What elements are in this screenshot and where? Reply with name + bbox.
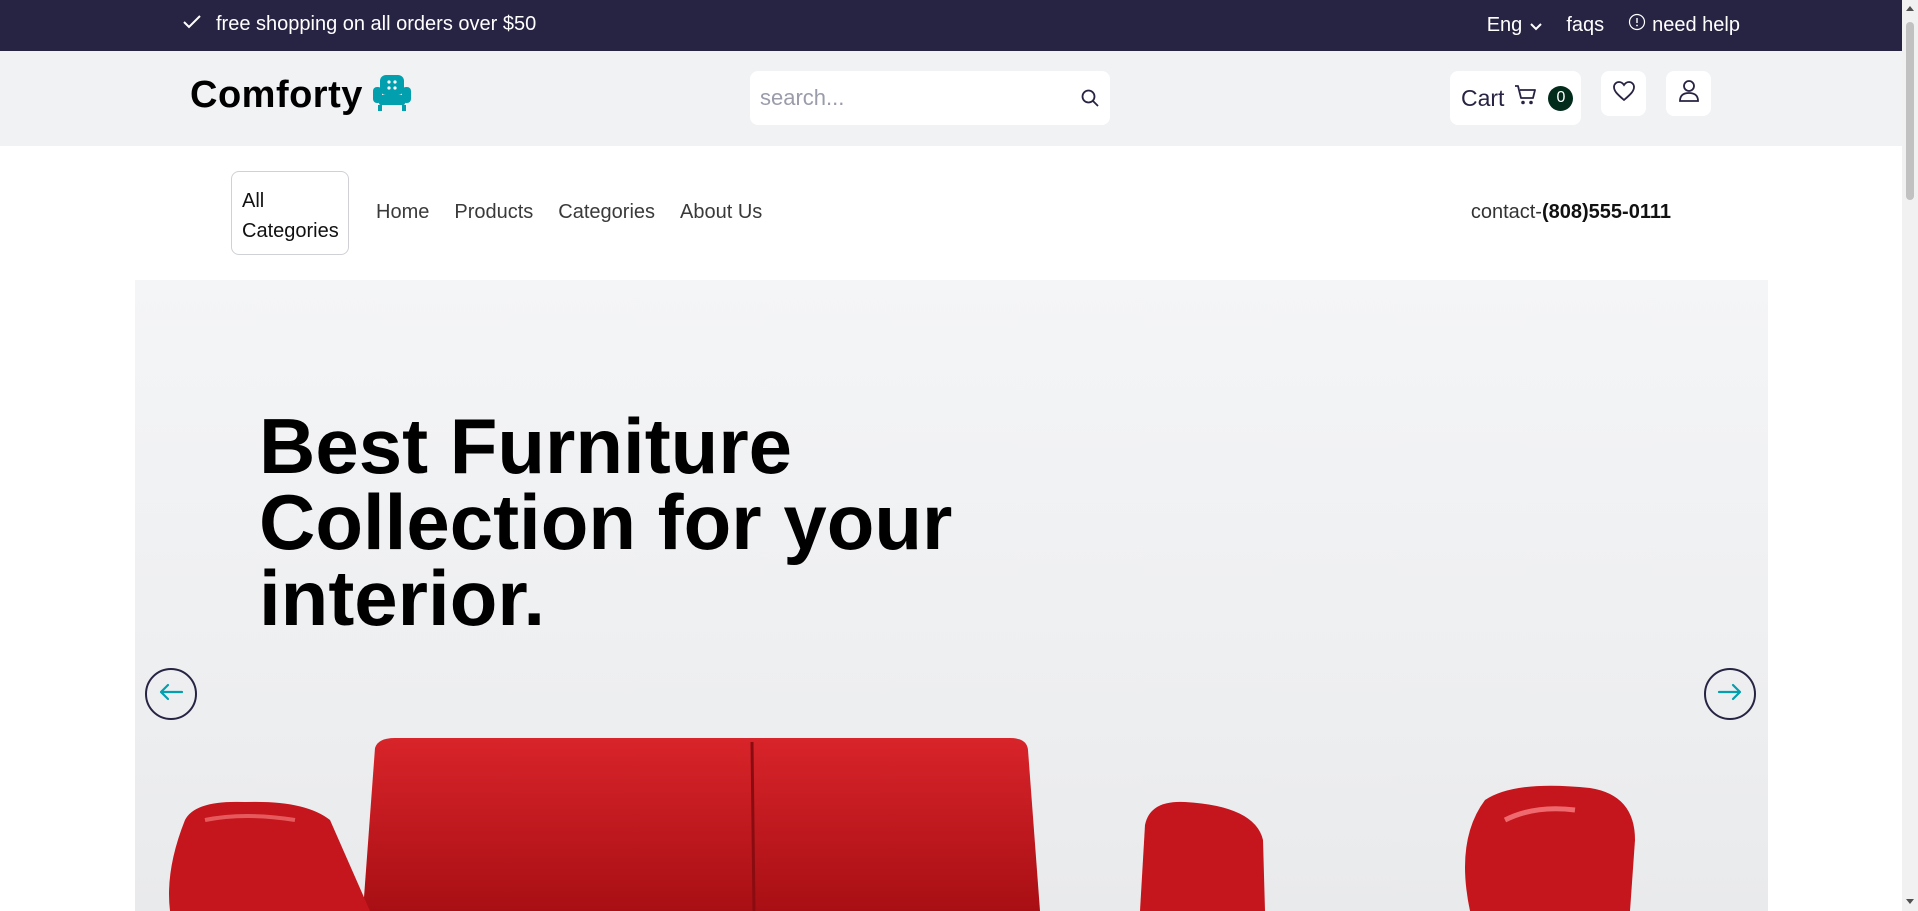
arrow-right-icon (1717, 683, 1743, 706)
logo-text: Comforty (190, 74, 363, 116)
scroll-up-icon[interactable] (1905, 4, 1915, 12)
cart-count-badge: 0 (1548, 85, 1574, 111)
all-categories-line1: All (242, 190, 265, 212)
cart-icon (1514, 84, 1538, 112)
nav-categories[interactable]: Categories (558, 201, 655, 224)
need-help-link[interactable]: need help (1628, 13, 1740, 37)
top-announcement-bar: free shopping on all orders over $50 Eng… (0, 0, 1902, 51)
contact-phone[interactable]: (808)555-0111 (1542, 201, 1671, 223)
cart-button[interactable]: Cart 0 (1450, 71, 1581, 125)
hero-banner: Best Furniture Collection for your inter… (135, 280, 1768, 911)
search-icon[interactable] (1080, 88, 1100, 113)
check-icon (182, 13, 202, 36)
nav-about-us[interactable]: About Us (680, 201, 762, 224)
faqs-link[interactable]: faqs (1566, 14, 1604, 37)
search-box (750, 71, 1110, 125)
language-label: Eng (1486, 13, 1523, 36)
account-button[interactable] (1666, 71, 1711, 116)
all-categories-line2: Categories (242, 220, 339, 242)
armchair-icon (371, 73, 413, 118)
contact-label: contact- (1470, 201, 1542, 223)
user-icon (1678, 79, 1700, 108)
chevron-down-icon (1530, 14, 1543, 37)
hero-headline: Best Furniture Collection for your inter… (259, 407, 959, 637)
scrollbar-thumb[interactable] (1906, 22, 1914, 200)
carousel-next-button[interactable] (1704, 668, 1756, 720)
main-nav: Home Products Categories About Us (376, 201, 762, 224)
arrow-left-icon (158, 683, 184, 706)
wishlist-button[interactable] (1601, 71, 1646, 116)
language-select[interactable]: Eng (1487, 14, 1543, 37)
nav-products[interactable]: Products (454, 201, 533, 224)
all-categories-button[interactable]: All Categories (231, 171, 349, 255)
heart-icon (1612, 80, 1636, 107)
contact-info: contact-(808)555-0111 (1471, 201, 1671, 224)
carousel-prev-button[interactable] (145, 668, 197, 720)
hero-headline-line2: Collection for your (259, 478, 953, 566)
scroll-down-icon[interactable] (1905, 898, 1915, 906)
page-scrollbar[interactable] (1902, 0, 1918, 911)
main-header: Comforty Cart 0 (0, 51, 1902, 146)
nav-home[interactable]: Home (376, 201, 429, 224)
cart-label: Cart (1461, 84, 1505, 111)
hero-headline-line1: Best Furniture (259, 402, 793, 490)
logo[interactable]: Comforty (190, 73, 413, 118)
search-input[interactable] (750, 84, 1062, 112)
hero-headline-line3: interior. (259, 554, 546, 642)
promo-message: free shopping on all orders over $50 (182, 13, 536, 36)
info-icon (1628, 13, 1646, 37)
promo-text: free shopping on all orders over $50 (216, 13, 537, 35)
need-help-label: need help (1652, 13, 1740, 36)
